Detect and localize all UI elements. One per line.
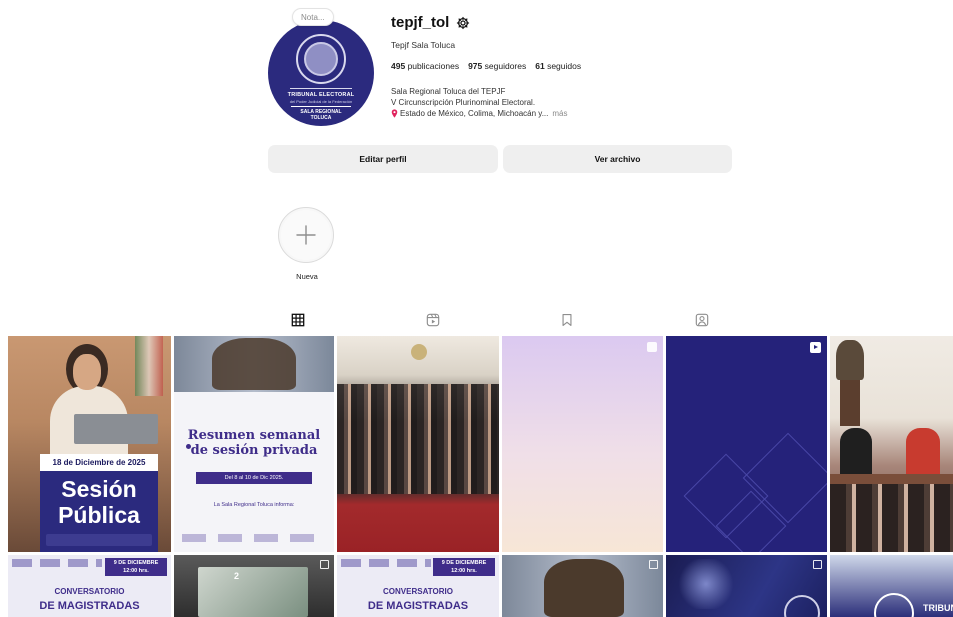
tagged-icon [695, 313, 709, 327]
post-dates: Del 8 al 10 de Dic 2025. [196, 472, 312, 484]
post-panel-photo[interactable] [830, 336, 953, 552]
seal-icon [296, 34, 346, 84]
multi-post-icon [320, 560, 329, 569]
avatar-title: TRIBUNAL ELECTORAL [287, 92, 355, 98]
audience-image [830, 484, 953, 552]
tribunal-logo [46, 534, 152, 546]
location-pin-icon [391, 109, 398, 118]
post-title: CONVERSATORIO [54, 587, 125, 596]
reels-icon [426, 313, 440, 327]
plus-icon [296, 225, 316, 245]
crowd-image [337, 384, 499, 494]
display-name: Tepjf Sala Toluca [391, 40, 456, 50]
new-highlight-label: Nueva [296, 272, 318, 281]
date-badge: 9 DE DICIEMBRE 12:00 hrs. [105, 558, 167, 576]
post-date: 18 de Diciembre de 2025 [40, 454, 158, 471]
tab-reels[interactable] [425, 312, 441, 328]
more-link[interactable]: más [552, 108, 567, 119]
post-title: Resumen semanal de sesión privada [187, 428, 321, 458]
post-title-2: DE MAGISTRADAS [367, 600, 469, 612]
bio-line-2: V Circunscripción Plurinominal Electoral… [391, 98, 536, 107]
eagle-image [212, 338, 296, 390]
post-reel-navy[interactable] [666, 336, 827, 552]
multi-post-icon [647, 342, 657, 352]
note-bubble[interactable]: Nota... [292, 8, 334, 26]
following-stat[interactable]: 61 seguidos [535, 61, 581, 71]
tab-posts[interactable] [290, 312, 306, 328]
bio-location: Estado de México, Colima, Michoacán y...… [391, 108, 567, 119]
username-row: tepjf_tol [391, 14, 470, 31]
post-conversatorio-1[interactable]: 9 DE DICIEMBRE 12:00 hrs. CONVERSATORIO … [8, 555, 171, 617]
bio: Sala Regional Toluca del TEPJF V Circuns… [391, 86, 567, 119]
stats-row: 495 publicaciones 975 seguidores 61 segu… [391, 61, 581, 71]
post-title: CONVERSATORIO [383, 587, 453, 596]
avatar-city: TOLUCA [310, 115, 332, 121]
username: tepjf_tol [391, 14, 450, 31]
profile-avatar[interactable]: TRIBUNAL ELECTORAL del Poder Judicial de… [268, 20, 374, 126]
seal-icon [874, 593, 914, 617]
post-blue-seal[interactable] [666, 555, 827, 617]
seal-icon [411, 344, 427, 360]
tab-tagged[interactable] [694, 312, 710, 328]
post-title-2: DE MAGISTRADAS [39, 600, 140, 612]
projection-screen [198, 567, 308, 617]
avatar-logo: TRIBUNAL ELECTORAL del Poder Judicial de… [268, 20, 374, 126]
post-title: Sesión Pública [58, 476, 140, 528]
post-tribunal[interactable]: TRIBUN [830, 555, 953, 617]
edit-profile-button[interactable]: Editar perfil [268, 145, 498, 173]
new-highlight-button[interactable]: Nueva [278, 207, 336, 281]
tab-saved[interactable] [559, 312, 575, 328]
post-presentation[interactable]: 2 [174, 555, 334, 617]
post-resumen-semanal[interactable]: Resumen semanal de sesión privada Del 8 … [174, 336, 334, 552]
multi-post-icon [813, 560, 822, 569]
flag-image [135, 336, 163, 396]
multi-post-icon [649, 560, 658, 569]
bio-line-1: Sala Regional Toluca del TEPJF [391, 87, 506, 96]
post-group-photo[interactable] [337, 336, 499, 552]
partner-logos [182, 534, 326, 542]
seal-icon [784, 595, 820, 617]
posts-grid: 18 de Diciembre de 2025 Sesión Pública R… [8, 336, 953, 617]
saved-icon [562, 314, 572, 326]
eagle-statue-image [836, 340, 864, 380]
date-badge: 9 DE DICIEMBRE 12:00 hrs. [433, 558, 495, 576]
avatar-subtitle: del Poder Judicial de la Federación [289, 99, 353, 104]
view-archive-button[interactable]: Ver archivo [503, 145, 732, 173]
post-sesion-publica[interactable]: 18 de Diciembre de 2025 Sesión Pública [8, 336, 171, 552]
post-conversatorio-2[interactable]: 9 DE DICIEMBRE 12:00 hrs. CONVERSATORIO … [337, 555, 499, 617]
post-eagle[interactable] [502, 555, 663, 617]
followers-stat[interactable]: 975 seguidores [468, 61, 526, 71]
post-subtitle: La Sala Regional Toluca informa: [213, 502, 295, 508]
settings-icon[interactable] [456, 16, 470, 30]
post-gradient[interactable] [502, 336, 663, 552]
eagle-image [544, 559, 624, 617]
laptop-image [74, 414, 158, 444]
location-text: Estado de México, Colima, Michoacán y... [400, 109, 549, 118]
posts-stat: 495 publicaciones [391, 61, 460, 71]
grid-icon [291, 313, 305, 327]
reel-icon [810, 342, 821, 353]
